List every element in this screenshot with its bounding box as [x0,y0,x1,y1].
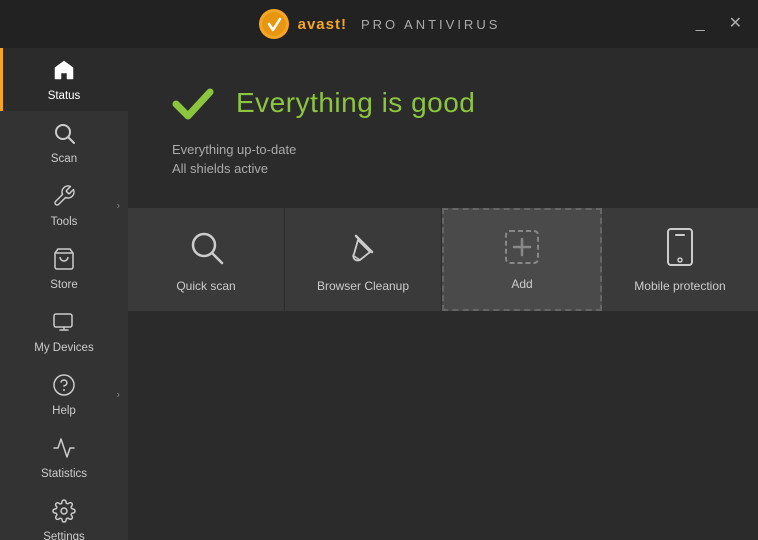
content-area: Everything is good Everything up-to-date… [128,48,758,540]
window-controls: _ ✕ [692,12,746,36]
sidebar-item-help[interactable]: Help › [0,363,128,426]
quick-scan-label: Quick scan [176,279,235,295]
quick-scan-icon [187,228,225,271]
browser-cleanup-label: Browser Cleanup [317,279,409,295]
add-label: Add [511,277,532,293]
sidebar-item-status[interactable]: Status [0,48,128,111]
tools-icon [52,184,76,212]
sidebar-devices-label: My Devices [34,342,93,354]
sidebar-settings-label: Settings [43,531,85,540]
sidebar-item-statistics[interactable]: Statistics [0,426,128,489]
status-checkmark-icon [168,78,218,128]
status-section: Everything is good Everything up-to-date… [128,48,758,200]
brand-name: avast! [298,16,347,33]
sidebar-item-store[interactable]: Store [0,237,128,300]
close-button[interactable]: ✕ [725,12,746,36]
add-icon [505,230,539,269]
minimize-button[interactable]: _ [692,12,709,36]
devices-icon [52,310,76,338]
status-main: Everything is good [168,78,718,128]
browser-cleanup-button[interactable]: Browser Cleanup [285,208,442,311]
sidebar-status-label: Status [48,90,81,102]
browser-cleanup-icon [344,228,382,271]
status-detail-1: Everything up-to-date [172,142,718,157]
help-arrow-icon: › [117,389,120,400]
tools-arrow-icon: › [117,200,120,211]
sidebar-scan-label: Scan [51,153,77,165]
statistics-icon [52,436,76,464]
sidebar-item-settings[interactable]: Settings [0,489,128,540]
sidebar-tools-label: Tools [51,216,78,228]
sidebar-item-tools[interactable]: Tools › [0,174,128,237]
status-headline: Everything is good [236,87,475,119]
sidebar-store-label: Store [50,279,78,291]
help-icon [52,373,76,401]
features-grid: Quick scan Browser Cleanup [128,208,758,311]
mobile-protection-icon [665,228,695,271]
quick-scan-button[interactable]: Quick scan [128,208,285,311]
main-layout: Status Scan Tools › [0,48,758,540]
title-bar: avast! PRO ANTIVIRUS _ ✕ [0,0,758,48]
mobile-protection-label: Mobile protection [634,279,725,295]
scan-icon [52,121,76,149]
app-logo: avast! PRO ANTIVIRUS [258,8,501,40]
sidebar-item-my-devices[interactable]: My Devices [0,300,128,363]
status-details: Everything up-to-date All shields active [168,142,718,176]
pro-label: PRO ANTIVIRUS [361,17,500,32]
sidebar-statistics-label: Statistics [41,468,87,480]
sidebar-help-label: Help [52,405,76,417]
mobile-protection-button[interactable]: Mobile protection [602,208,758,311]
settings-icon [52,499,76,527]
store-icon [52,247,76,275]
sidebar-item-scan[interactable]: Scan [0,111,128,174]
avast-logo-icon [258,8,290,40]
sidebar: Status Scan Tools › [0,48,128,540]
home-icon [52,58,76,86]
status-detail-2: All shields active [172,161,718,176]
add-feature-button[interactable]: Add [442,208,602,311]
